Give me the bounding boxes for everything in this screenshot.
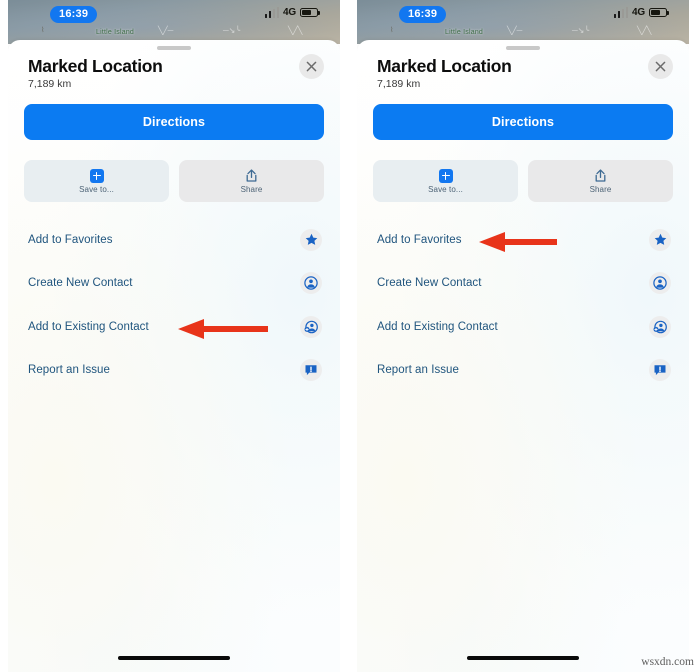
map-road-scribble: ╲╱─	[507, 26, 523, 35]
home-indicator	[467, 656, 579, 660]
distance-label: 7,189 km	[377, 78, 421, 90]
page-title: Marked Location	[377, 56, 512, 76]
battery-icon	[300, 7, 320, 18]
report-issue-icon-container[interactable]	[300, 359, 322, 382]
action-list-right: Add to Favorites Create New Contact Add …	[357, 218, 689, 392]
map-label-little-island: Little Island	[96, 29, 135, 36]
list-item-label: Add to Existing Contact	[28, 320, 149, 333]
close-icon	[306, 61, 317, 72]
speech-bubble-exclamation-icon	[653, 363, 667, 377]
person-add-icon	[304, 320, 318, 334]
person-circle-icon-container[interactable]	[649, 272, 671, 295]
cellular-bars-icon	[613, 6, 629, 18]
save-to-button[interactable]: Save to...	[373, 160, 518, 202]
status-bar-right: 16:39 4G	[357, 0, 689, 28]
list-item-add-to-favorites[interactable]: Add to Favorites	[357, 218, 689, 262]
list-item-create-new-contact[interactable]: Create New Contact	[8, 262, 340, 306]
person-add-icon-container[interactable]	[649, 315, 671, 338]
plus-square-icon	[438, 168, 453, 183]
map-road-scribble: ─↘╰	[572, 26, 590, 35]
star-icon	[654, 233, 667, 246]
secondary-actions-left: Save to... Share	[24, 160, 324, 202]
close-icon	[655, 61, 666, 72]
list-item-label: Report an Issue	[28, 364, 110, 377]
list-item-label: Report an Issue	[377, 364, 459, 377]
person-add-icon-container[interactable]	[300, 315, 322, 338]
map-road-scribble: ╲╱╲	[637, 26, 652, 35]
star-icon-container[interactable]	[300, 228, 322, 251]
share-icon	[245, 168, 258, 183]
person-circle-icon	[304, 276, 318, 290]
phone-screenshot-right: ⌇ Little Island ╲╱─ ─↘╰ ╲╱╲ 16:39 4G Mar…	[357, 0, 689, 672]
place-card-left: Marked Location 7,189 km Directions Save…	[8, 40, 340, 672]
list-item-label: Add to Favorites	[28, 233, 113, 246]
list-item-add-to-existing-contact[interactable]: Add to Existing Contact	[8, 305, 340, 349]
share-icon	[594, 168, 607, 183]
map-road-scribble: ╲╱─	[158, 26, 174, 35]
plus-square-icon	[89, 168, 104, 183]
battery-icon	[649, 7, 669, 18]
save-to-label: Save to...	[79, 185, 114, 194]
report-issue-icon-container[interactable]	[649, 359, 671, 382]
close-button[interactable]	[648, 54, 673, 79]
map-road-scribble: ╲╱╲	[288, 26, 303, 35]
distance-label: 7,189 km	[28, 78, 72, 90]
home-indicator	[118, 656, 230, 660]
page-title: Marked Location	[28, 56, 163, 76]
phone-screenshot-left: ⌇ Little Island ╲╱─ ─↘╰ ╲╱╲ 16:39 4G Mar…	[8, 0, 340, 672]
share-label: Share	[589, 185, 612, 194]
status-time: 16:39	[50, 6, 98, 23]
network-type-label: 4G	[283, 7, 296, 18]
share-label: Share	[240, 185, 263, 194]
status-bar-left: 16:39 4G	[8, 0, 340, 28]
status-time: 16:39	[399, 6, 447, 23]
secondary-actions-right: Save to... Share	[373, 160, 673, 202]
map-road-scribble: ─↘╰	[223, 26, 241, 35]
list-item-add-to-favorites[interactable]: Add to Favorites	[8, 218, 340, 262]
cellular-bars-icon	[264, 6, 280, 18]
drag-handle-icon[interactable]	[157, 46, 191, 50]
map-label-little-island: Little Island	[445, 29, 484, 36]
list-item-label: Add to Existing Contact	[377, 320, 498, 333]
drag-handle-icon[interactable]	[506, 46, 540, 50]
person-add-icon	[653, 320, 667, 334]
share-button[interactable]: Share	[179, 160, 324, 202]
close-button[interactable]	[299, 54, 324, 79]
list-item-label: Create New Contact	[377, 277, 482, 290]
person-circle-icon-container[interactable]	[300, 272, 322, 295]
speech-bubble-exclamation-icon	[304, 363, 318, 377]
screenshot-stage: ⌇ Little Island ╲╱─ ─↘╰ ╲╱╲ 16:39 4G Mar…	[0, 0, 700, 672]
person-circle-icon	[653, 276, 667, 290]
action-list-left: Add to Favorites Create New Contact Add …	[8, 218, 340, 392]
list-item-create-new-contact[interactable]: Create New Contact	[357, 262, 689, 306]
directions-button[interactable]: Directions	[373, 104, 673, 140]
list-item-label: Create New Contact	[28, 277, 133, 290]
save-to-button[interactable]: Save to...	[24, 160, 169, 202]
share-button[interactable]: Share	[528, 160, 673, 202]
directions-button-label: Directions	[491, 115, 555, 129]
status-indicators: 4G	[613, 6, 669, 18]
star-icon-container[interactable]	[649, 228, 671, 251]
network-type-label: 4G	[632, 7, 645, 18]
list-item-label: Add to Favorites	[377, 233, 462, 246]
directions-button-label: Directions	[142, 115, 206, 129]
status-indicators: 4G	[264, 6, 320, 18]
directions-button[interactable]: Directions	[24, 104, 324, 140]
list-item-add-to-existing-contact[interactable]: Add to Existing Contact	[357, 305, 689, 349]
place-card-right: Marked Location 7,189 km Directions Save…	[357, 40, 689, 672]
list-item-report-an-issue[interactable]: Report an Issue	[357, 349, 689, 393]
star-icon	[305, 233, 318, 246]
watermark: wsxdn.com	[641, 656, 694, 668]
save-to-label: Save to...	[428, 185, 463, 194]
list-item-report-an-issue[interactable]: Report an Issue	[8, 349, 340, 393]
